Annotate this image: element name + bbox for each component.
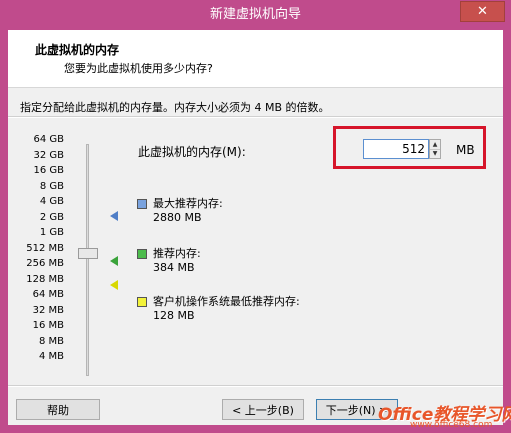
divider bbox=[8, 116, 503, 118]
scale-tick: 16 GB bbox=[33, 165, 64, 176]
max-recommended-icon bbox=[137, 199, 147, 209]
scale-tick: 8 MB bbox=[38, 335, 64, 347]
title-bar: 新建虚拟机向导 ✕ bbox=[0, 0, 511, 30]
divider bbox=[8, 385, 503, 387]
scale-tick: 2 GB bbox=[39, 211, 64, 223]
max-recommended-label: 最大推荐内存: bbox=[153, 197, 223, 210]
scale-tick: 1 GB bbox=[39, 227, 64, 238]
scale-tick: 64 MB bbox=[32, 289, 64, 300]
recommended-icon bbox=[137, 249, 147, 259]
memory-slider-thumb[interactable] bbox=[78, 248, 98, 259]
scale-tick: 256 MB bbox=[26, 258, 64, 269]
scale-tick: 8 GB bbox=[39, 180, 64, 192]
scale-tick: 128 MB bbox=[26, 273, 64, 285]
wizard-window: 新建虚拟机向导 ✕ 此虚拟机的内存 您要为此虚拟机使用多少内存? 指定分配给此虚… bbox=[0, 0, 511, 433]
memory-input[interactable] bbox=[363, 139, 429, 159]
memory-label: 此虚拟机的内存(M): bbox=[138, 145, 246, 159]
scale-tick: 4 MB bbox=[38, 351, 64, 362]
guest-min-marker-icon bbox=[110, 280, 118, 290]
close-button[interactable]: ✕ bbox=[460, 1, 505, 22]
scale-tick: 32 GB bbox=[33, 149, 64, 161]
back-button[interactable]: < 上一步(B) bbox=[222, 399, 304, 420]
scale-tick: 4 GB bbox=[39, 196, 64, 207]
memory-unit: MB bbox=[456, 143, 475, 157]
recommended-label: 推荐内存: bbox=[153, 247, 201, 260]
guest-min-value: 128 MB bbox=[153, 309, 195, 322]
recommended-marker-icon bbox=[110, 256, 118, 266]
watermark-url: www.office68.com bbox=[410, 420, 493, 430]
memory-slider-track[interactable] bbox=[86, 144, 89, 376]
spin-down-icon[interactable]: ▼ bbox=[430, 149, 440, 158]
scale-tick: 512 MB bbox=[26, 242, 64, 254]
memory-description: 指定分配给此虚拟机的内存量。内存大小必须为 4 MB 的倍数。 bbox=[20, 101, 330, 114]
window-title: 新建虚拟机向导 bbox=[209, 7, 301, 22]
page-subtitle: 您要为此虚拟机使用多少内存? bbox=[64, 62, 213, 75]
page-title: 此虚拟机的内存 bbox=[35, 43, 120, 57]
memory-scale: 64 GB 32 GB 16 GB 8 GB 4 GB 2 GB 1 GB 51… bbox=[8, 134, 64, 374]
guest-min-label: 客户机操作系统最低推荐内存: bbox=[153, 295, 300, 308]
wizard-body: 此虚拟机的内存 您要为此虚拟机使用多少内存? 指定分配给此虚拟机的内存量。内存大… bbox=[8, 30, 503, 425]
scale-tick: 16 MB bbox=[32, 320, 64, 331]
max-recommended-marker-icon bbox=[110, 211, 118, 221]
recommended-value: 384 MB bbox=[153, 261, 195, 274]
help-button[interactable]: 帮助 bbox=[16, 399, 100, 420]
memory-spinner[interactable]: ▲ ▼ bbox=[429, 139, 441, 159]
header-panel: 此虚拟机的内存 您要为此虚拟机使用多少内存? bbox=[8, 30, 503, 88]
scale-tick: 64 GB bbox=[33, 134, 64, 145]
guest-min-icon bbox=[137, 297, 147, 307]
scale-tick: 32 MB bbox=[32, 304, 64, 316]
max-recommended-value: 2880 MB bbox=[153, 211, 202, 224]
